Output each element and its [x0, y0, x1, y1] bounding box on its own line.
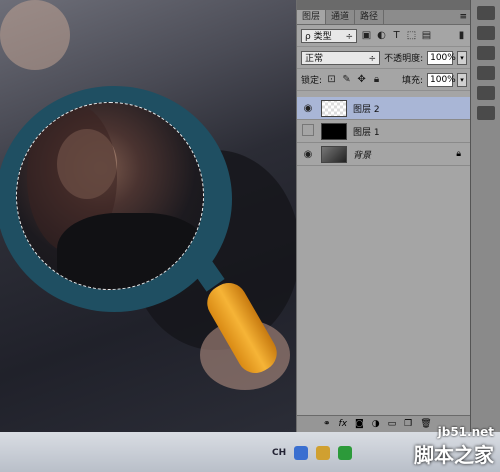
- opacity-label: 不透明度:: [384, 54, 424, 64]
- eye-icon[interactable]: ◉: [301, 149, 315, 160]
- tab-paths[interactable]: 路径: [355, 10, 385, 24]
- toolbar-button-icon[interactable]: [477, 26, 495, 40]
- panel-tabs: 图层 通道 路径 ≡: [297, 10, 471, 25]
- lock-row: 锁定: ⊡ ✎ ✥ 🔒︎ 填充: 100% ▾: [297, 69, 471, 91]
- panel-header-bar: [297, 0, 471, 10]
- eye-hidden-icon[interactable]: [301, 123, 315, 139]
- tab-layers[interactable]: 图层: [297, 10, 327, 24]
- link-icon[interactable]: ⚭: [323, 419, 331, 429]
- magnifier-lens-selection[interactable]: [16, 102, 204, 290]
- filter-row: ρ 类型 ÷ ▣ ◐ T ⬚ ▤ ▮: [297, 25, 471, 47]
- photo-figure-top: [0, 0, 70, 70]
- layer-row-background[interactable]: ◉ 背景 🔒︎: [297, 143, 471, 166]
- layer-row-1[interactable]: 图层 1: [297, 120, 471, 143]
- right-toolbar: [470, 0, 500, 432]
- chevron-down-icon: ÷: [368, 53, 377, 64]
- toolbar-button-icon[interactable]: [477, 6, 495, 20]
- tray-icon[interactable]: [316, 446, 331, 460]
- eye-icon[interactable]: ◉: [301, 103, 315, 114]
- layer-name[interactable]: 背景: [353, 148, 371, 161]
- lock-all-icon[interactable]: 🔒︎: [371, 74, 382, 85]
- watermark-name: 脚本之家: [414, 443, 494, 467]
- filter-select[interactable]: ρ 类型 ÷: [301, 28, 357, 43]
- system-tray: CH: [272, 446, 353, 460]
- lock-position-icon[interactable]: ✥: [356, 74, 367, 85]
- layer-row-2[interactable]: ◉ 图层 2: [297, 97, 471, 120]
- lock-transparent-icon[interactable]: ⊡: [326, 74, 337, 85]
- tray-icon[interactable]: [294, 446, 309, 460]
- layer-thumbnail: [321, 99, 347, 117]
- smart-object-filter-icon[interactable]: ▤: [421, 30, 432, 41]
- adjustment-filter-icon[interactable]: ◐: [376, 30, 387, 41]
- fill-dropdown-icon[interactable]: ▾: [457, 72, 467, 87]
- blend-mode-select[interactable]: 正常 ÷: [301, 50, 381, 65]
- layer-list: ◉ 图层 2 图层 1 ◉ 背景 🔒︎: [297, 97, 471, 166]
- blend-mode-value: 正常: [305, 53, 324, 64]
- opacity-input[interactable]: 100%: [427, 50, 456, 65]
- layer-name[interactable]: 图层 1: [353, 125, 380, 138]
- toolbar-button-icon[interactable]: [477, 66, 495, 80]
- blend-row: 正常 ÷ 不透明度: 100% ▾: [297, 47, 471, 69]
- adjustment-icon[interactable]: ◑: [372, 419, 380, 429]
- tab-channels[interactable]: 通道: [326, 10, 356, 24]
- watermark: jb51.net 脚本之家: [414, 425, 494, 468]
- fill-label: 填充:: [401, 76, 423, 86]
- lock-image-icon[interactable]: ✎: [341, 74, 352, 85]
- tray-icon[interactable]: [338, 446, 353, 460]
- lock-label: 锁定:: [301, 76, 323, 86]
- lens-jacket: [57, 213, 203, 289]
- fx-icon[interactable]: fx: [339, 419, 348, 429]
- layer-thumbnail: [321, 145, 347, 163]
- document-canvas[interactable]: [0, 0, 296, 432]
- layer-name[interactable]: 图层 2: [353, 102, 380, 115]
- toolbar-button-icon[interactable]: [477, 46, 495, 60]
- filter-toggle-icon[interactable]: ▮: [456, 30, 467, 41]
- fill-input[interactable]: 100%: [427, 72, 456, 87]
- layers-panel: 图层 通道 路径 ≡ ρ 类型 ÷ ▣ ◐ T ⬚ ▤ ▮ 正常 ÷ 不透明度: 1…: [296, 0, 497, 432]
- opacity-dropdown-icon[interactable]: ▾: [457, 50, 467, 65]
- toolbar-button-icon[interactable]: [477, 86, 495, 100]
- mask-icon[interactable]: ◙: [355, 419, 364, 429]
- shape-filter-icon[interactable]: ⬚: [406, 30, 417, 41]
- new-layer-icon[interactable]: ❐: [404, 419, 412, 429]
- image-filter-icon[interactable]: ▣: [361, 30, 372, 41]
- type-filter-icon[interactable]: T: [391, 30, 402, 41]
- toolbar-button-icon[interactable]: [477, 106, 495, 120]
- filter-label: ρ 类型: [305, 31, 332, 42]
- lock-icon: 🔒︎: [456, 149, 461, 159]
- folder-icon[interactable]: ▭: [388, 419, 397, 429]
- chevron-down-icon: ÷: [345, 31, 353, 42]
- layer-thumbnail: [321, 122, 347, 140]
- language-indicator[interactable]: CH: [272, 448, 286, 458]
- watermark-site: jb51.net: [437, 425, 494, 439]
